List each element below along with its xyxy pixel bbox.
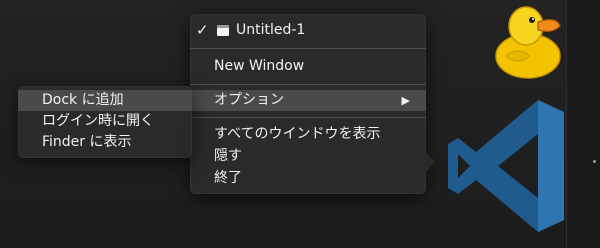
- menu-pointer: [424, 150, 435, 174]
- menu-item-untitled-1[interactable]: ✓ Untitled-1: [190, 20, 426, 41]
- menu-item-label: Finder に表示: [42, 134, 132, 150]
- menu-item-hide[interactable]: 隠す: [190, 146, 426, 167]
- menu-item-label: Untitled-1: [236, 22, 306, 38]
- menu-separator: [190, 48, 426, 49]
- menu-item-label: オプション: [214, 92, 284, 108]
- submenu-item-show-in-finder[interactable]: Finder に表示: [18, 132, 192, 153]
- menu-item-new-window[interactable]: New Window: [190, 56, 426, 77]
- submenu-arrow-icon: ▶: [401, 94, 410, 107]
- menu-item-show-all-windows[interactable]: すべてのウインドウを表示: [190, 124, 426, 145]
- menu-separator: [190, 117, 426, 118]
- submenu-item-add-to-dock[interactable]: Dock に追加: [18, 90, 192, 111]
- options-submenu: Dock に追加 ログイン時に開く Finder に表示: [18, 86, 192, 158]
- menu-item-label: ログイン時に開く: [42, 113, 154, 129]
- window-icon: [217, 25, 229, 36]
- menu-item-label: 終了: [214, 170, 242, 186]
- menu-item-label: すべてのウインドウを表示: [214, 126, 381, 142]
- vscode-icon[interactable]: [446, 96, 566, 236]
- editor-window-edge: [566, 0, 600, 248]
- menu-item-options[interactable]: オプション ▶: [190, 90, 426, 111]
- scroll-indicator-dot: [593, 160, 596, 163]
- menu-item-label: Dock に追加: [42, 92, 124, 108]
- checkmark-icon: ✓: [196, 21, 209, 39]
- menu-item-label: New Window: [214, 58, 305, 74]
- menu-item-label: 隠す: [214, 148, 242, 164]
- dock-context-menu: ✓ Untitled-1 New Window オプション ▶ すべてのウインド…: [190, 14, 426, 194]
- submenu-item-open-at-login[interactable]: ログイン時に開く: [18, 111, 192, 132]
- menu-separator: [190, 84, 426, 85]
- menu-item-quit[interactable]: 終了: [190, 168, 426, 189]
- duck-icon[interactable]: [488, 0, 566, 80]
